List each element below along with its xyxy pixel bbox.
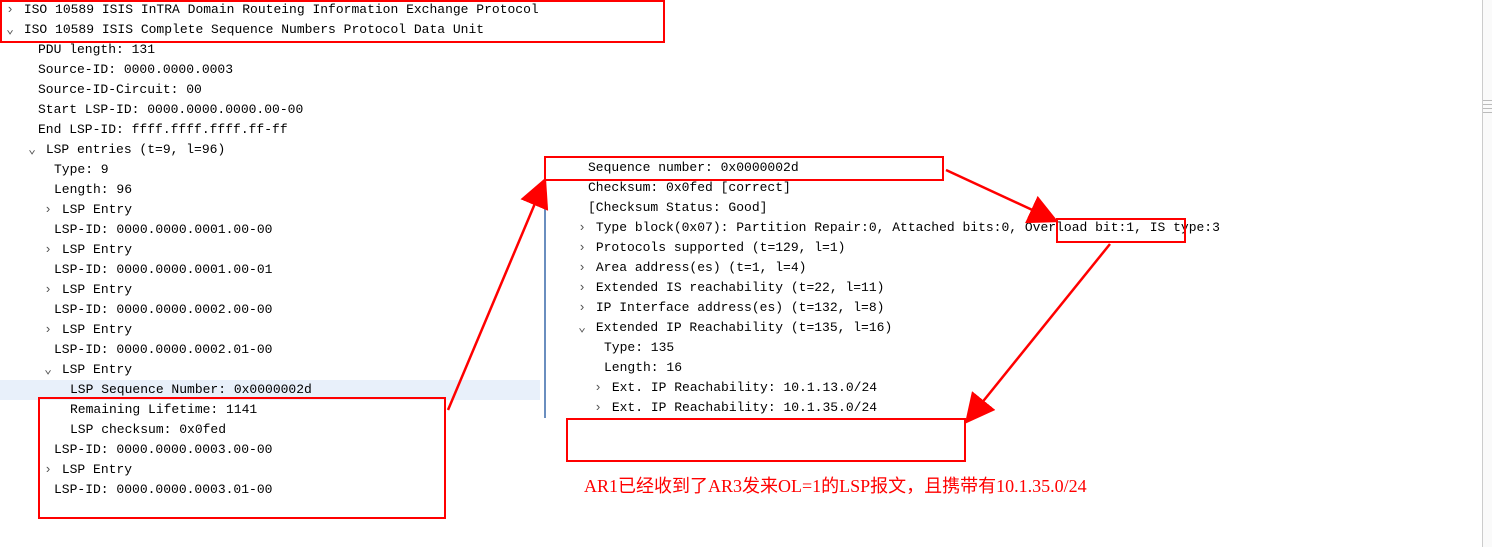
label-proto-csnp: ISO 10589 ISIS Complete Sequence Numbers… xyxy=(24,22,484,37)
chevron-right-icon[interactable] xyxy=(592,398,604,418)
field-checksum[interactable]: Checksum: 0x0fed [correct] xyxy=(550,178,1184,198)
field-entries-type[interactable]: Type: 9 xyxy=(0,160,540,180)
grip-icon[interactable] xyxy=(1483,100,1492,160)
chevron-right-icon[interactable] xyxy=(576,278,588,298)
tree-row-area-addr[interactable]: Area address(es) (t=1, l=4) xyxy=(550,258,1184,278)
field-lspid-6[interactable]: LSP-ID: 0000.0000.0003.01-00 xyxy=(0,480,540,500)
field-checksum-status[interactable]: [Checksum Status: Good] xyxy=(550,198,1184,218)
field-lspid-1[interactable]: LSP-ID: 0000.0000.0001.00-00 xyxy=(0,220,540,240)
tree-row-reach-1[interactable]: Ext. IP Reachability: 10.1.13.0/24 xyxy=(550,378,1184,398)
field-lsp-seqnum[interactable]: LSP Sequence Number: 0x0000002d xyxy=(0,380,540,400)
chevron-right-icon[interactable] xyxy=(576,218,588,238)
chevron-right-icon[interactable] xyxy=(42,460,54,480)
tree-row-typeblock[interactable]: Type block(0x07): Partition Repair:0, At… xyxy=(550,218,1184,238)
chevron-right-icon[interactable] xyxy=(42,240,54,260)
field-extip-length[interactable]: Length: 16 xyxy=(550,358,1184,378)
chevron-right-icon[interactable] xyxy=(576,238,588,258)
tree-row-lsp-entries[interactable]: LSP entries (t=9, l=96) xyxy=(0,140,540,160)
tree-row-lsp-entry-3[interactable]: LSP Entry xyxy=(0,280,540,300)
chevron-right-icon[interactable] xyxy=(576,298,588,318)
chevron-right-icon[interactable] xyxy=(592,378,604,398)
tree-row-lsp-entry-6[interactable]: LSP Entry xyxy=(0,460,540,480)
highlight-ip-reach xyxy=(566,418,966,462)
annotation-text: AR1已经收到了AR3发来OL=1的LSP报文，且携带有10.1.35.0/24 xyxy=(584,476,1087,496)
packet-detail-left: ISO 10589 ISIS InTRA Domain Routeing Inf… xyxy=(0,0,540,500)
chevron-down-icon[interactable] xyxy=(576,318,588,338)
chevron-right-icon[interactable] xyxy=(4,0,16,20)
field-remaining-lifetime[interactable]: Remaining Lifetime: 1141 xyxy=(0,400,540,420)
field-start-lsp-id[interactable]: Start LSP-ID: 0000.0000.0000.00-00 xyxy=(0,100,540,120)
field-lspid-2[interactable]: LSP-ID: 0000.0000.0001.00-01 xyxy=(0,260,540,280)
tree-row-ext-is[interactable]: Extended IS reachability (t=22, l=11) xyxy=(550,278,1184,298)
chevron-right-icon[interactable] xyxy=(576,258,588,278)
field-pdu-length[interactable]: PDU length: 131 xyxy=(0,40,540,60)
tree-row-ext-ip-reach[interactable]: Extended IP Reachability (t=135, l=16) xyxy=(550,318,1184,338)
chevron-right-icon[interactable] xyxy=(42,200,54,220)
label-lsp-entries: LSP entries (t=9, l=96) xyxy=(46,142,225,157)
chevron-right-icon[interactable] xyxy=(42,280,54,300)
packet-detail-right: Sequence number: 0x0000002d Checksum: 0x… xyxy=(544,158,1184,418)
tree-row-protocols[interactable]: Protocols supported (t=129, l=1) xyxy=(550,238,1184,258)
field-extip-type[interactable]: Type: 135 xyxy=(550,338,1184,358)
tree-row-lsp-entry-2[interactable]: LSP Entry xyxy=(0,240,540,260)
chevron-down-icon[interactable] xyxy=(42,360,54,380)
field-seq-number[interactable]: Sequence number: 0x0000002d xyxy=(550,158,1184,178)
tree-row-lsp-entry-1[interactable]: LSP Entry xyxy=(0,200,540,220)
field-source-id-circuit[interactable]: Source-ID-Circuit: 00 xyxy=(0,80,540,100)
field-lspid-3[interactable]: LSP-ID: 0000.0000.0002.00-00 xyxy=(0,300,540,320)
chevron-right-icon[interactable] xyxy=(42,320,54,340)
chevron-down-icon[interactable] xyxy=(26,140,38,160)
tree-row-lsp-entry-open[interactable]: LSP Entry xyxy=(0,360,540,380)
tree-row-proto-csnp[interactable]: ISO 10589 ISIS Complete Sequence Numbers… xyxy=(0,20,540,40)
label-proto-intra: ISO 10589 ISIS InTRA Domain Routeing Inf… xyxy=(24,2,539,17)
tree-row-lsp-entry-4[interactable]: LSP Entry xyxy=(0,320,540,340)
chevron-down-icon[interactable] xyxy=(4,20,16,40)
tree-row-ip-if-addr[interactable]: IP Interface address(es) (t=132, l=8) xyxy=(550,298,1184,318)
tree-row-proto-intra[interactable]: ISO 10589 ISIS InTRA Domain Routeing Inf… xyxy=(0,0,540,20)
field-lspid-5[interactable]: LSP-ID: 0000.0000.0003.00-00 xyxy=(0,440,540,460)
field-entries-length[interactable]: Length: 96 xyxy=(0,180,540,200)
field-lspid-4[interactable]: LSP-ID: 0000.0000.0002.01-00 xyxy=(0,340,540,360)
tree-row-reach-2[interactable]: Ext. IP Reachability: 10.1.35.0/24 xyxy=(550,398,1184,418)
right-margin xyxy=(1482,0,1492,547)
field-end-lsp-id[interactable]: End LSP-ID: ffff.ffff.ffff.ff-ff xyxy=(0,120,540,140)
field-source-id[interactable]: Source-ID: 0000.0000.0003 xyxy=(0,60,540,80)
field-lsp-checksum[interactable]: LSP checksum: 0x0fed xyxy=(0,420,540,440)
